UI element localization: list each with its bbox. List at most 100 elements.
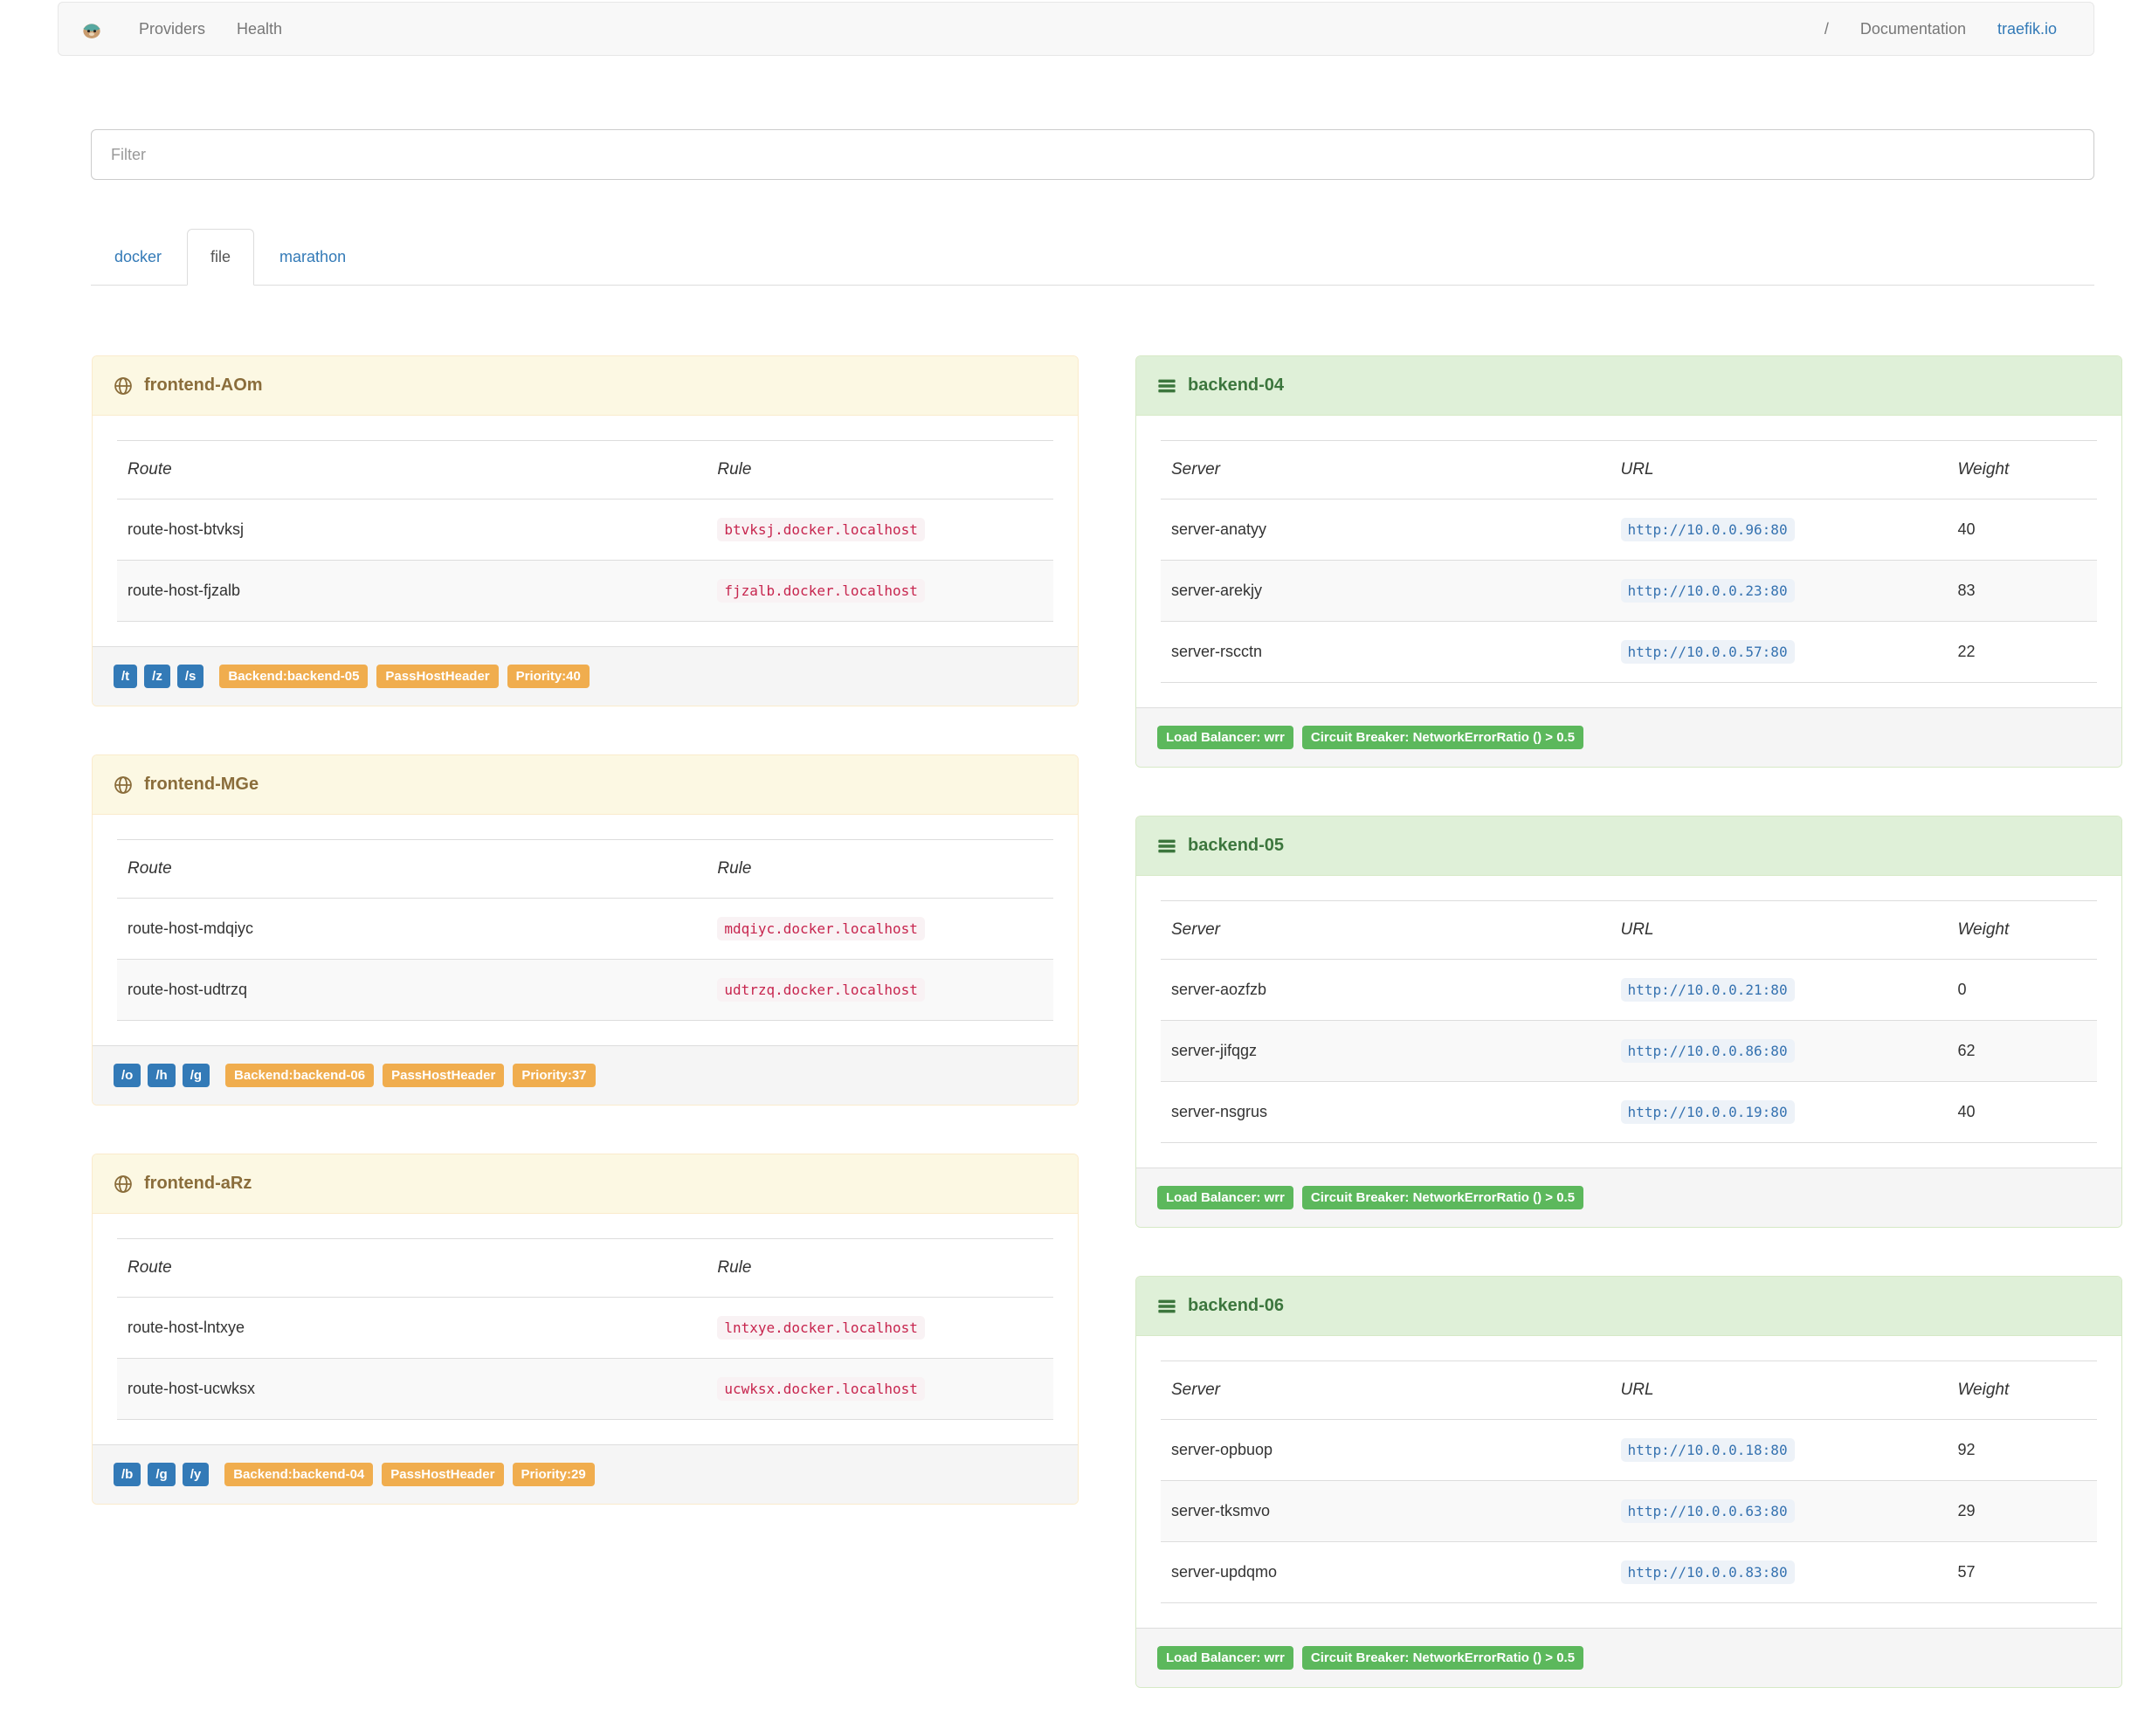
- server-weight-cell: 0: [1947, 959, 2097, 1021]
- server-url-cell: http://10.0.0.19:80: [1610, 1081, 1948, 1143]
- column-header-route: Route: [117, 1238, 707, 1298]
- entrypoint-badge: /g: [182, 1064, 210, 1087]
- server-weight-cell: 22: [1947, 621, 2097, 683]
- circuit-breaker-badge: Circuit Breaker: NetworkErrorRatio () > …: [1301, 726, 1584, 749]
- entrypoint-badge: /s: [176, 665, 204, 688]
- server-url-cell: http://10.0.0.18:80: [1610, 1419, 1948, 1481]
- backend-title: backend-05: [1188, 836, 1285, 855]
- column-header-server: Server: [1161, 1361, 1611, 1420]
- passhostheader-badge: PassHostHeader: [376, 665, 499, 688]
- server-url-cell: http://10.0.0.63:80: [1610, 1480, 1948, 1542]
- passhostheader-badge: PassHostHeader: [382, 1463, 504, 1486]
- route-row: route-host-fjzalb fjzalb.docker.localhos…: [117, 560, 1053, 622]
- entrypoint-badges: /o /h /g: [114, 1064, 210, 1087]
- frontend-card-aom: frontend-AOm Route Rule route-host-btvks…: [92, 355, 1079, 706]
- load-balancer-badge: Load Balancer: wrr: [1157, 1186, 1293, 1209]
- servers-table: Server URL Weight server-anatyy http://1…: [1161, 440, 2097, 683]
- frontend-card-body: Route Rule route-host-btvksj btvksj.dock…: [93, 416, 1078, 646]
- nav-documentation-link[interactable]: Documentation: [1845, 20, 1982, 38]
- backend-badge: Backend:backend-06: [225, 1064, 375, 1087]
- nav-health-link[interactable]: Health: [221, 20, 298, 38]
- backend-card-footer: Load Balancer: wrr Circuit Breaker: Netw…: [1136, 1168, 2121, 1227]
- frontend-card-header: frontend-aRz: [93, 1154, 1078, 1214]
- server-name-cell: server-jifqgz: [1161, 1020, 1611, 1082]
- nav-providers-link[interactable]: Providers: [123, 20, 221, 38]
- server-url-cell: http://10.0.0.57:80: [1610, 621, 1948, 683]
- server-weight-cell: 40: [1947, 1081, 2097, 1143]
- rule-code: btvksj.docker.localhost: [717, 518, 925, 541]
- route-row: route-host-btvksj btvksj.docker.localhos…: [117, 499, 1053, 561]
- frontend-title: frontend-MGe: [144, 775, 259, 794]
- route-row: route-host-udtrzq udtrzq.docker.localhos…: [117, 959, 1053, 1021]
- server-weight-cell: 29: [1947, 1480, 2097, 1542]
- column-header-url: URL: [1610, 440, 1948, 499]
- rule-code: mdqiyc.docker.localhost: [717, 917, 925, 940]
- entrypoint-badges: /b /g /y: [114, 1463, 210, 1486]
- backend-badge: Backend:backend-04: [224, 1463, 374, 1486]
- server-weight-cell: 40: [1947, 499, 2097, 561]
- frontend-title: frontend-aRz: [144, 1174, 252, 1193]
- column-header-route: Route: [117, 440, 707, 499]
- server-row: server-jifqgz http://10.0.0.86:80 62: [1161, 1020, 2097, 1082]
- frontend-card-header: frontend-MGe: [93, 755, 1078, 815]
- globe-icon: [114, 376, 133, 396]
- frontends-column: frontend-AOm Route Rule route-host-btvks…: [92, 355, 1079, 1553]
- tab-file[interactable]: file: [187, 229, 255, 286]
- server-row: server-opbuop http://10.0.0.18:80 92: [1161, 1419, 2097, 1481]
- server-name-cell: server-arekjy: [1161, 560, 1611, 622]
- tab-marathon[interactable]: marathon: [256, 229, 369, 286]
- entrypoint-badge: /o: [114, 1064, 141, 1087]
- server-row: server-tksmvo http://10.0.0.63:80 29: [1161, 1480, 2097, 1542]
- column-header-url: URL: [1610, 900, 1948, 960]
- server-url-cell: http://10.0.0.86:80: [1610, 1020, 1948, 1082]
- server-name-cell: server-nsgrus: [1161, 1081, 1611, 1143]
- route-name-cell: route-host-ucwksx: [117, 1358, 707, 1420]
- route-name-cell: route-host-lntxye: [117, 1297, 707, 1359]
- frontend-card-mge: frontend-MGe Route Rule route-host-mdqiy…: [92, 754, 1079, 1106]
- rule-code: udtrzq.docker.localhost: [717, 978, 925, 1002]
- servers-table: Server URL Weight server-aozfzb http://1…: [1161, 900, 2097, 1143]
- backend-card-04: backend-04 Server URL Weight server-anat…: [1135, 355, 2122, 768]
- server-name-cell: server-anatyy: [1161, 499, 1611, 561]
- server-row: server-nsgrus http://10.0.0.19:80 40: [1161, 1081, 2097, 1143]
- url-code: http://10.0.0.96:80: [1620, 518, 1795, 541]
- filter-input[interactable]: [91, 129, 2094, 180]
- priority-badge: Priority:40: [507, 665, 590, 688]
- frontend-card-arz: frontend-aRz Route Rule route-host-lntxy…: [92, 1154, 1079, 1505]
- url-code: http://10.0.0.63:80: [1620, 1499, 1795, 1523]
- tab-docker[interactable]: docker: [91, 229, 185, 286]
- frontend-card-footer: /t /z /s Backend:backend-05 PassHostHead…: [93, 646, 1078, 706]
- backend-card-footer: Load Balancer: wrr Circuit Breaker: Netw…: [1136, 707, 2121, 767]
- routes-table: Route Rule route-host-lntxye lntxye.dock…: [117, 1238, 1053, 1420]
- server-row: server-anatyy http://10.0.0.96:80 40: [1161, 499, 2097, 561]
- nav-traefik-io-link[interactable]: traefik.io: [1982, 20, 2073, 38]
- rule-code: ucwksx.docker.localhost: [717, 1377, 925, 1401]
- server-name-cell: server-rscctn: [1161, 621, 1611, 683]
- server-row: server-updqmo http://10.0.0.83:80 57: [1161, 1541, 2097, 1603]
- route-name-cell: route-host-btvksj: [117, 499, 707, 561]
- server-url-cell: http://10.0.0.21:80: [1610, 959, 1948, 1021]
- server-weight-cell: 83: [1947, 560, 2097, 622]
- backend-card-body: Server URL Weight server-opbuop http://1…: [1136, 1336, 2121, 1628]
- route-rule-cell: fjzalb.docker.localhost: [707, 560, 1053, 622]
- route-rule-cell: udtrzq.docker.localhost: [707, 959, 1053, 1021]
- traefik-logo-icon[interactable]: [79, 17, 104, 41]
- routes-table: Route Rule route-host-btvksj btvksj.dock…: [117, 440, 1053, 622]
- backends-column: backend-04 Server URL Weight server-anat…: [1135, 355, 2122, 1736]
- tasks-icon: [1157, 376, 1176, 396]
- navbar: Providers Health / Documentation traefik…: [58, 2, 2094, 56]
- frontend-card-header: frontend-AOm: [93, 356, 1078, 416]
- frontend-title: frontend-AOm: [144, 375, 263, 395]
- routes-table: Route Rule route-host-mdqiyc mdqiyc.dock…: [117, 839, 1053, 1021]
- route-row: route-host-mdqiyc mdqiyc.docker.localhos…: [117, 898, 1053, 960]
- globe-icon: [114, 775, 133, 795]
- url-code: http://10.0.0.86:80: [1620, 1039, 1795, 1063]
- server-name-cell: server-tksmvo: [1161, 1480, 1611, 1542]
- priority-badge: Priority:37: [513, 1064, 596, 1087]
- nav-slash-link[interactable]: /: [1809, 20, 1845, 38]
- server-row: server-arekjy http://10.0.0.23:80 83: [1161, 560, 2097, 622]
- column-header-weight: Weight: [1947, 900, 2097, 960]
- url-code: http://10.0.0.83:80: [1620, 1560, 1795, 1584]
- content: frontend-AOm Route Rule route-host-btvks…: [92, 355, 2122, 1736]
- server-name-cell: server-aozfzb: [1161, 959, 1611, 1021]
